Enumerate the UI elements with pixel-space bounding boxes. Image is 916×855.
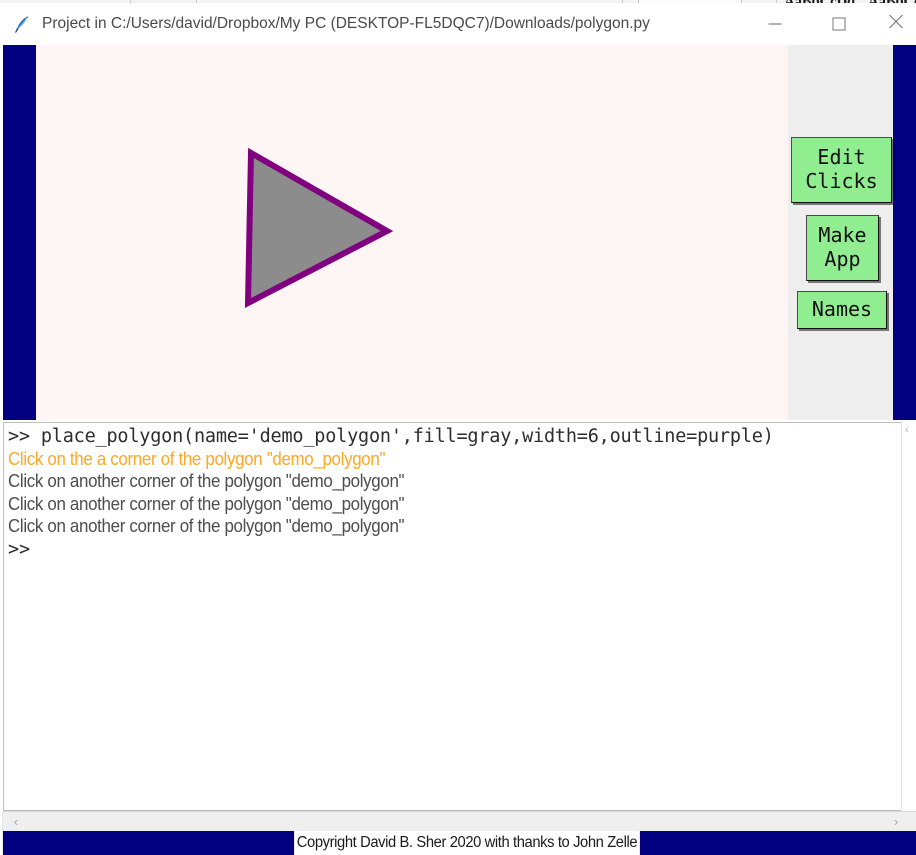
title-bar[interactable]: Project in C:/Users/david/Dropbox/My PC … (0, 3, 916, 46)
status-bar: Copyright David B. Sher 2020 with thanks… (3, 831, 916, 855)
maximize-icon (832, 17, 846, 31)
console-line: >> (8, 538, 30, 560)
canvas-area: Edit Clicks Make App Names (0, 45, 916, 420)
minimize-icon (768, 23, 782, 25)
minimize-button[interactable] (752, 3, 798, 45)
scroll-up-arrow-icon[interactable]: ‹ (905, 425, 909, 436)
scroll-left-arrow-icon[interactable]: ‹ (7, 812, 25, 831)
project-window: Project in C:/Users/david/Dropbox/My PC … (0, 3, 916, 855)
console-line: Click on another corner of the polygon "… (8, 493, 405, 514)
maximize-button[interactable] (816, 3, 862, 45)
close-button[interactable] (873, 3, 916, 45)
console-area: >> place_polygon(name='demo_polygon',fil… (0, 420, 916, 812)
console-line: >> place_polygon(name='demo_polygon',fil… (8, 426, 774, 447)
console-line: Click on the a corner of the polygon "de… (8, 448, 386, 469)
window-title: Project in C:/Users/david/Dropbox/My PC … (42, 15, 650, 32)
app-screenshot: AaBbCcDd AaBbCc Project in C:/Users/davi… (0, 0, 916, 855)
scroll-right-arrow-icon[interactable]: › (887, 812, 905, 831)
console-line-list: >> place_polygon(name='demo_polygon',fil… (8, 426, 898, 561)
horizontal-scrollbar[interactable]: ‹ › (3, 811, 916, 831)
console-text-area[interactable]: >> place_polygon(name='demo_polygon',fil… (3, 422, 901, 811)
canvas-shapes-layer (244, 147, 394, 308)
console-line: Click on another corner of the polygon "… (8, 516, 405, 536)
console-line: Click on another corner of the polygon "… (8, 471, 405, 491)
copyright-label: Copyright David B. Sher 2020 with thanks… (294, 831, 640, 855)
drawing-canvas[interactable] (36, 45, 788, 420)
python-feather-icon (11, 13, 33, 35)
names-button[interactable]: Names (797, 291, 887, 329)
make-app-button[interactable]: Make App (806, 215, 879, 281)
console-vertical-scrollbar[interactable]: ‹ (901, 421, 916, 809)
edit-clicks-button[interactable]: Edit Clicks (791, 137, 892, 203)
demo-polygon-shape[interactable] (244, 147, 394, 308)
button-side-panel: Edit Clicks Make App Names (788, 45, 893, 420)
canvas-left-border (3, 45, 36, 420)
close-icon (889, 14, 904, 34)
canvas-right-border (893, 45, 916, 420)
